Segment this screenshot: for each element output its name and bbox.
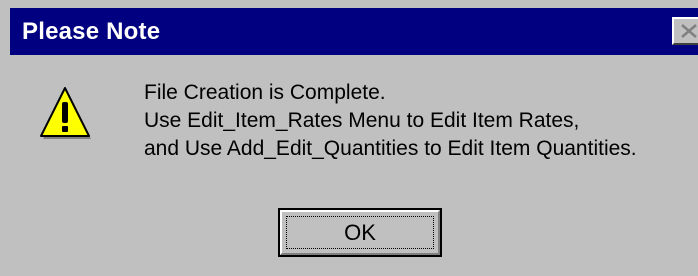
close-icon	[681, 24, 697, 38]
dialog-message: File Creation is Complete. Use Edit_Item…	[144, 79, 637, 163]
message-line: Use Edit_Item_Rates Menu to Edit Item Ra…	[144, 109, 580, 132]
close-button[interactable]	[672, 17, 698, 45]
ok-button-label: OK	[344, 220, 376, 245]
message-dialog: Please Note File Creation is Complete. U…	[0, 0, 698, 276]
message-line: File Creation is Complete.	[144, 81, 386, 104]
dialog-title: Please Note	[22, 18, 161, 45]
ok-button[interactable]: OK	[278, 208, 442, 257]
warning-icon	[40, 87, 91, 139]
dialog-body: File Creation is Complete. Use Edit_Item…	[10, 55, 698, 276]
message-line: and Use Add_Edit_Quantities to Edit Item…	[144, 137, 637, 160]
title-bar[interactable]: Please Note	[10, 8, 698, 55]
